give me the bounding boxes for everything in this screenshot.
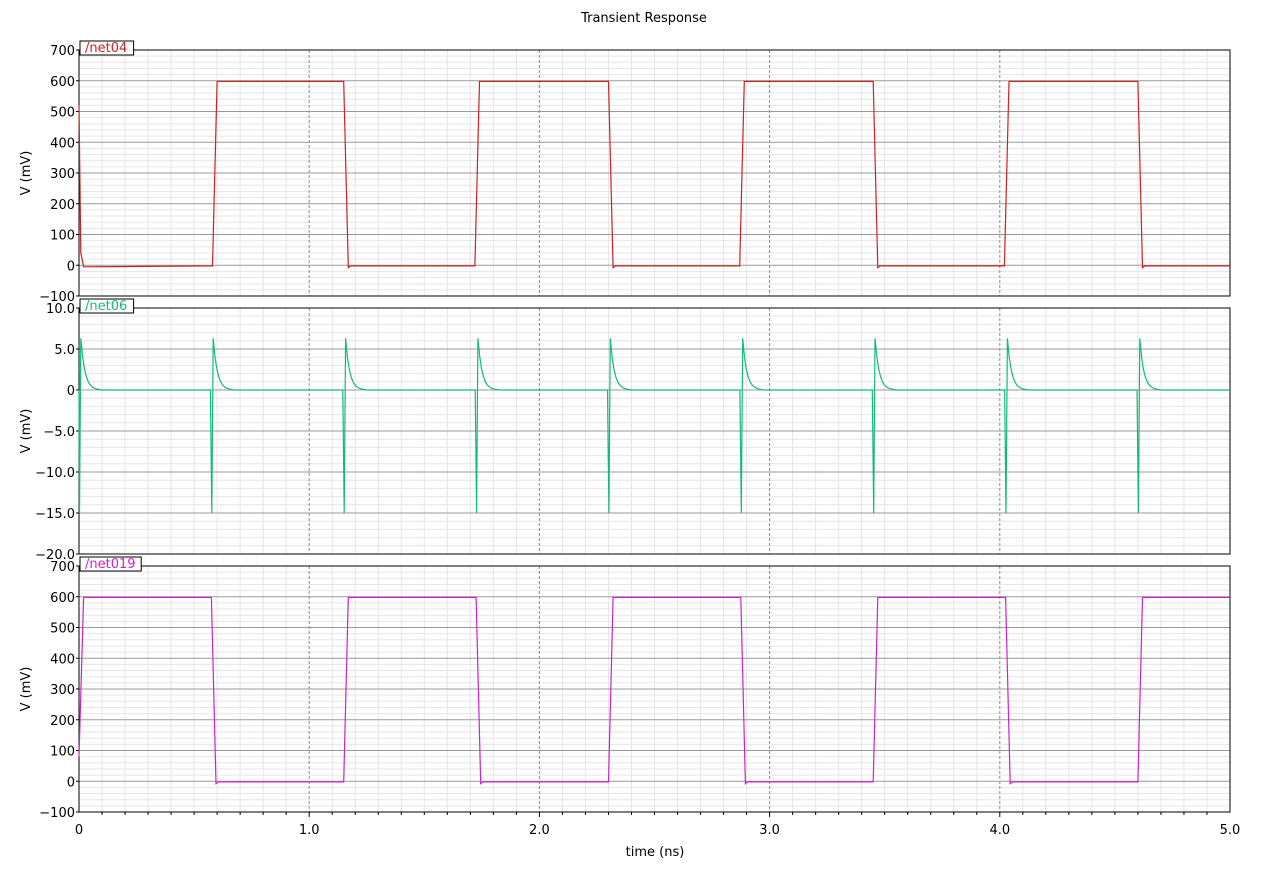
x-tick-label: 5.0	[1220, 823, 1241, 838]
legend-tag: /net06	[79, 298, 135, 314]
y-tick-label: −5.0	[43, 425, 75, 440]
legend-label: /net019	[85, 557, 136, 572]
y-tick-label: 500	[50, 622, 75, 637]
transient-response-chart: Transient Response −100 0 100 200 300 400 500 6…	[0, 0, 1280, 869]
y-tick-label: 100	[50, 745, 75, 760]
y-tick-label: 0	[67, 384, 75, 399]
x-axis-label: time (ns)	[626, 845, 685, 860]
legend-tag: /net04	[79, 40, 135, 56]
chart-title: Transient Response	[580, 11, 707, 26]
y-tick-label: 300	[50, 683, 75, 698]
y-tick-label: 700	[50, 560, 75, 575]
y-tick-label: 0	[67, 775, 75, 790]
y-tick-label: 700	[50, 44, 75, 59]
x-tick-label: 2.0	[529, 823, 550, 838]
y-tick-label: −15.0	[35, 507, 75, 522]
y-tick-label: −100	[39, 806, 75, 821]
y-tick-label: 200	[50, 714, 75, 729]
y-tick-label: 100	[50, 229, 75, 244]
x-tick-label: 3.0	[759, 823, 780, 838]
legend-tag: /net019	[79, 556, 142, 572]
x-tick-label: 4.0	[989, 823, 1010, 838]
y-tick-label: −10.0	[35, 466, 75, 481]
panel-net04: −1000100200300400500600700V (mV)/net04	[19, 40, 1231, 305]
x-tick-label: 1.0	[299, 823, 320, 838]
y-axis-label: V (mV)	[19, 151, 34, 196]
y-axis-label: V (mV)	[19, 667, 34, 712]
y-tick-label: 10.0	[46, 302, 75, 317]
y-tick-label: 400	[50, 652, 75, 667]
legend-label: /net04	[85, 41, 127, 56]
y-tick-label: 200	[50, 198, 75, 213]
x-axis: 0 1.0 2.0 3.0 4.0 5.0	[75, 812, 1240, 838]
y-tick-label: 500	[50, 106, 75, 121]
panel-net06: −20.0−15.0−10.0−5.005.010.0V (mV)/net06	[19, 298, 1231, 563]
legend-label: /net06	[85, 299, 127, 314]
y-tick-label: 300	[50, 167, 75, 182]
y-tick-label: 5.0	[54, 343, 75, 358]
y-tick-label: 600	[50, 591, 75, 606]
y-axis-label: V (mV)	[19, 409, 34, 454]
panels-layer: −1000100200300400500600700V (mV)/net04−2…	[19, 40, 1231, 821]
chart-canvas: Transient Response −10001002003004005006…	[19, 11, 1240, 860]
panel-net019: −100 0 100 200 300 400 500 600 700 V (mV) /net019	[19, 556, 1231, 821]
y-tick-label: 0	[67, 259, 75, 274]
x-tick-label: 0	[75, 823, 83, 838]
y-tick-label: 400	[50, 136, 75, 151]
y-tick-label: 600	[50, 75, 75, 90]
